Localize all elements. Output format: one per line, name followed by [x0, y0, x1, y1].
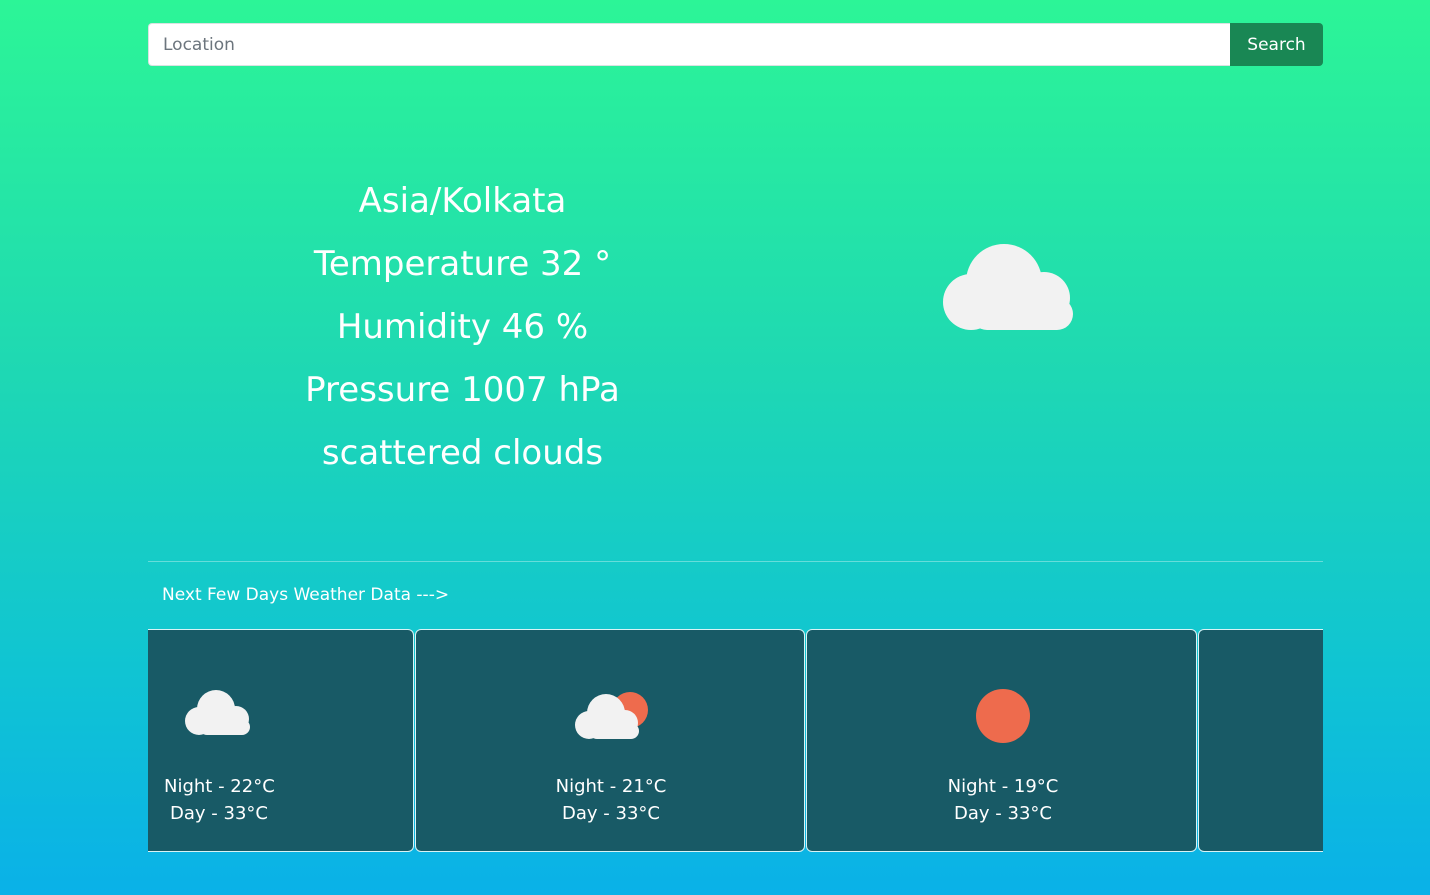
forecast-card: Night - 19°C Day - 33°C — [806, 629, 1197, 852]
day-temp: Day - 33°C — [954, 803, 1052, 824]
location-name: Asia/Kolkata — [358, 181, 567, 221]
cloud-icon — [184, 685, 254, 737]
day-temp: Day - 33°C — [562, 803, 660, 824]
location-search-input[interactable] — [148, 23, 1230, 66]
section-divider — [148, 561, 1323, 562]
humidity-text: Humidity 46 % — [336, 307, 589, 347]
forecast-card: Night - 21°C Day - 33°C — [415, 629, 805, 852]
forecast-card-partial — [1198, 629, 1323, 852]
forecast-temps: Night - 21°C Day - 33°C — [551, 773, 671, 827]
forecast-strip[interactable]: Night - 22°C Day - 33°C Night - 21°C Day… — [148, 629, 1323, 854]
forecast-card: Night - 22°C Day - 33°C — [148, 629, 414, 852]
forecast-temps: Night - 22°C Day - 33°C — [164, 773, 275, 827]
day-temp: Day - 33°C — [170, 803, 268, 824]
current-weather-info: Asia/Kolkata Temperature 32 ° Humidity 4… — [230, 170, 695, 485]
sun-icon — [975, 688, 1031, 744]
search-bar: Search — [148, 23, 1323, 66]
pressure-text: Pressure 1007 hPa — [305, 370, 620, 410]
night-temp: Night - 21°C — [555, 776, 667, 797]
temperature-text: Temperature 32 ° — [313, 244, 612, 284]
forecast-temps: Night - 19°C Day - 33°C — [943, 773, 1063, 827]
cloud-icon — [940, 240, 1080, 335]
sun-behind-cloud-icon — [574, 685, 652, 741]
search-button[interactable]: Search — [1230, 23, 1323, 66]
night-temp: Night - 19°C — [947, 776, 1059, 797]
weather-description: scattered clouds — [321, 433, 604, 473]
night-temp: Night - 22°C — [164, 776, 275, 797]
forecast-heading: Next Few Days Weather Data ---> — [162, 585, 450, 605]
